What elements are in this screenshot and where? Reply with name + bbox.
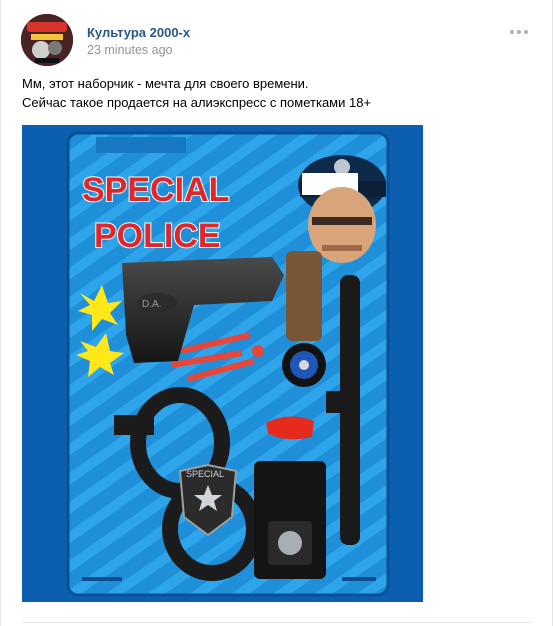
author-link[interactable]: Культура 2000-х	[87, 25, 190, 40]
post-photo[interactable]: SPECIAL POLICE D.A. SPECIAL	[22, 125, 423, 602]
post-text-line-1: Мм, этот наборчик - мечта для своего вре…	[22, 76, 309, 91]
dot-icon	[517, 30, 521, 34]
badge-text: SPECIAL	[186, 469, 224, 479]
toy-set-photo: SPECIAL POLICE D.A. SPECIAL	[22, 125, 423, 602]
post-text-line-2: Сейчас такое продается на алиэкспресс с …	[22, 95, 372, 110]
more-options-button[interactable]	[510, 27, 530, 37]
post-text: Мм, этот наборчик - мечта для своего вре…	[22, 74, 532, 112]
post-divider	[22, 622, 532, 623]
post-timestamp[interactable]: 23 minutes ago	[87, 43, 172, 57]
gun-marking: D.A.	[142, 299, 161, 310]
wall-post: Культура 2000-х 23 minutes ago Мм, этот …	[0, 0, 553, 626]
package-title-line1: SPECIAL	[82, 171, 229, 209]
dot-icon	[510, 30, 514, 34]
group-avatar[interactable]	[21, 14, 73, 66]
avatar-image	[21, 14, 73, 66]
package-title-line2: POLICE	[94, 217, 221, 255]
dot-icon	[524, 30, 528, 34]
